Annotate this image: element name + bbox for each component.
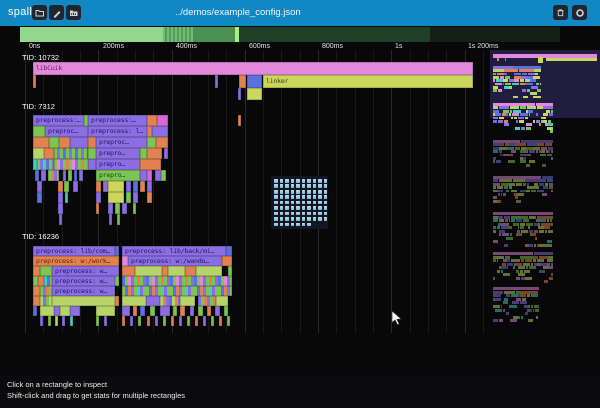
minimap-flame-rect[interactable] <box>499 319 503 322</box>
minimap-sidebar[interactable] <box>0 0 600 408</box>
minimap-flame-rect[interactable] <box>509 305 516 308</box>
minimap-flame-rect[interactable] <box>503 301 508 304</box>
minimap-flame-rect[interactable] <box>495 298 501 301</box>
minimap-flame-rect[interactable] <box>535 309 539 312</box>
minimap-flame-rect[interactable] <box>493 319 498 322</box>
minimap-flame-rect[interactable] <box>536 316 539 319</box>
minimap-flame-rect[interactable] <box>495 309 502 312</box>
minimap-flame-rect[interactable] <box>531 294 538 297</box>
minimap-cluster[interactable] <box>0 0 600 408</box>
spall-app: spall ../demos/example_config.json 0ns20… <box>0 0 600 408</box>
minimap-flame-rect[interactable] <box>528 319 533 322</box>
minimap-flame-rect[interactable] <box>503 309 505 312</box>
minimap-flame-rect[interactable] <box>527 294 530 297</box>
minimap-flame-rect[interactable] <box>510 319 517 322</box>
minimap-flame-rect[interactable] <box>506 312 510 315</box>
statusbar: Click on a rectangle to inspect Shift-cl… <box>0 376 600 408</box>
minimap-flame-rect[interactable] <box>525 312 528 315</box>
status-hint-stats: Shift-click and drag to get stats for mu… <box>7 391 185 400</box>
minimap-flame-rect[interactable] <box>521 316 523 319</box>
status-hint-inspect: Click on a rectangle to inspect <box>7 380 107 389</box>
